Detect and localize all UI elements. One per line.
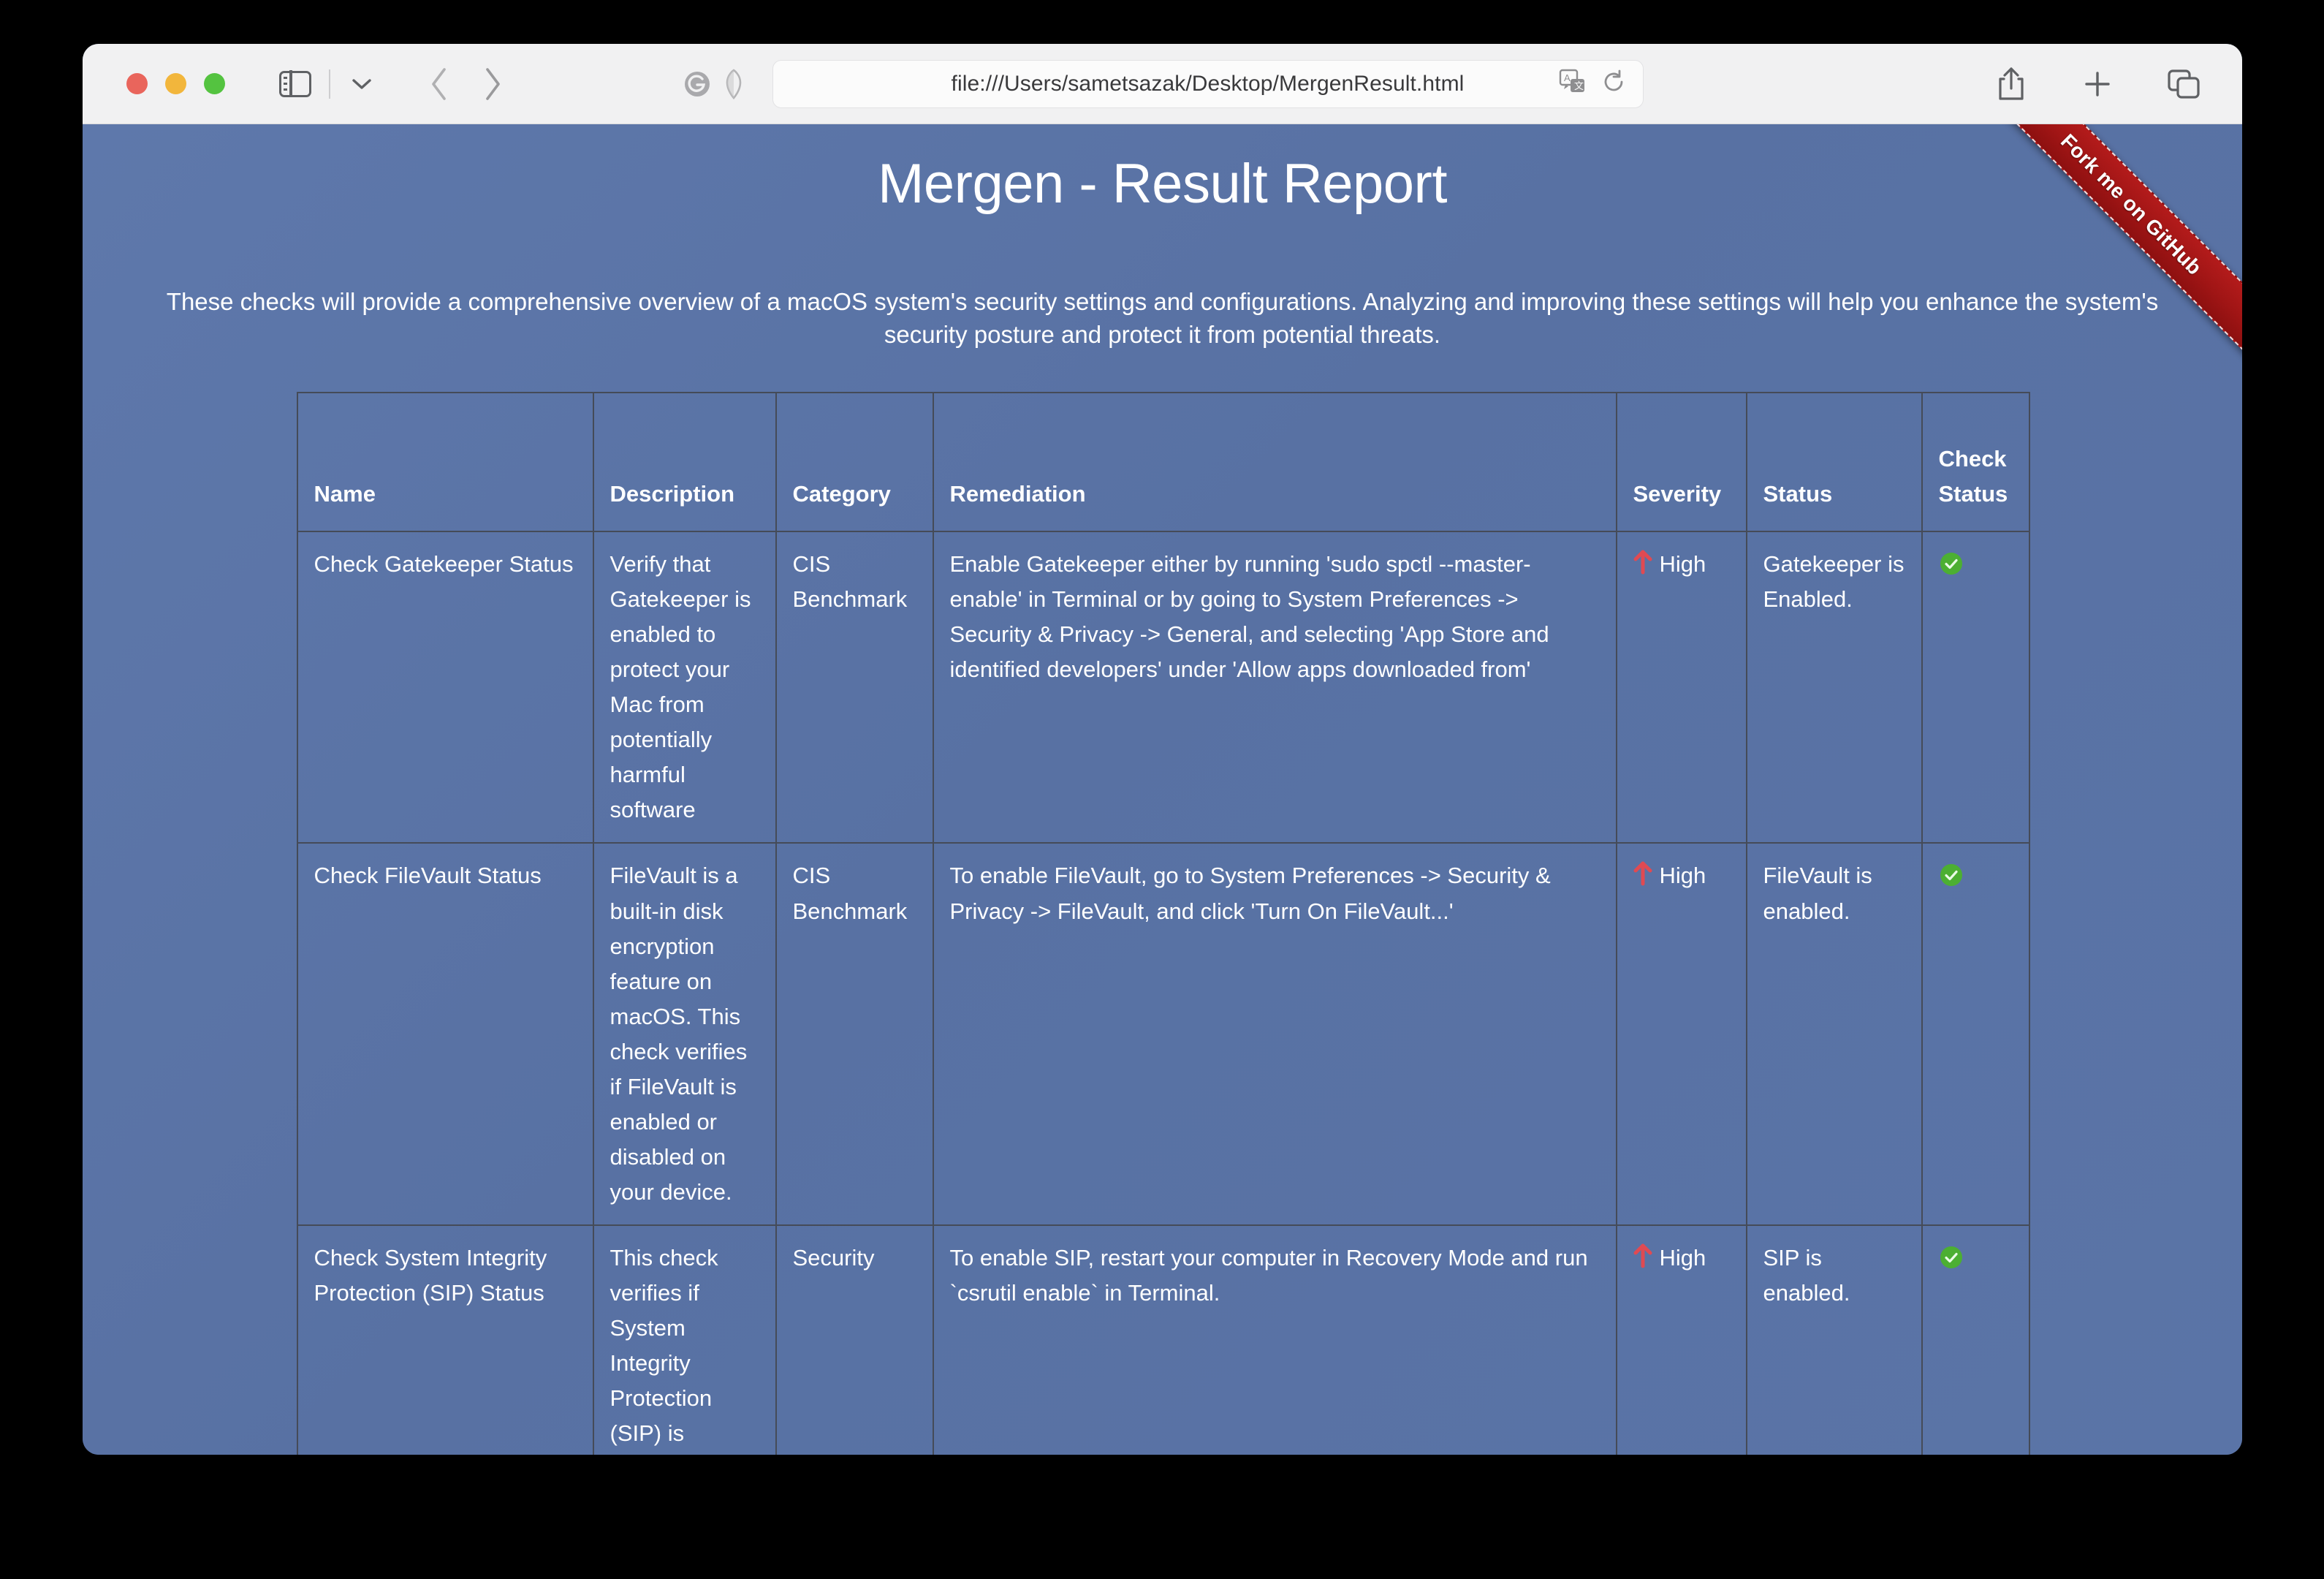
table-row: Check System Integrity Protection (SIP) … [297, 1225, 2029, 1455]
share-icon [1994, 65, 2028, 103]
sidebar-toggle-button[interactable] [278, 69, 313, 99]
back-arrow-icon [428, 67, 450, 102]
translate-button[interactable]: A 文 [1558, 68, 1587, 99]
cell-status: Gatekeeper is Enabled. [1747, 531, 1922, 843]
cell-check-status [1922, 531, 2029, 843]
column-header-check-status: Check Status [1922, 393, 2029, 531]
reader-view-button[interactable] [682, 69, 713, 99]
sidebar-options-button[interactable] [345, 69, 379, 99]
window-controls [126, 73, 225, 94]
severity-label: High [1660, 1241, 1706, 1276]
table-header-row: Name Description Category Remediation Se… [297, 393, 2029, 531]
cell-status: FileVault is enabled. [1747, 843, 1922, 1224]
check-pass-icon [1939, 1245, 1964, 1270]
svg-text:文: 文 [1574, 80, 1584, 91]
safari-browser-window: file:///Users/sametsazak/Desktop/MergenR… [83, 44, 2242, 1455]
cell-status: SIP is enabled. [1747, 1225, 1922, 1455]
cell-severity: High [1617, 531, 1747, 843]
arrow-up-icon [1633, 1243, 1652, 1268]
tab-overview-button[interactable] [2165, 65, 2203, 103]
cell-description: This check verifies if System Integrity … [593, 1225, 776, 1455]
privacy-shield-icon [723, 68, 745, 100]
back-button[interactable] [418, 67, 460, 101]
chevron-down-icon [351, 77, 373, 91]
minimize-window-button[interactable] [165, 73, 186, 94]
toolbar-right-actions [1992, 65, 2203, 103]
results-table-container: Name Description Category Remediation Se… [297, 392, 2029, 1455]
forward-arrow-icon [481, 67, 503, 102]
browser-toolbar: file:///Users/sametsazak/Desktop/MergenR… [83, 44, 2242, 124]
page-title: Mergen - Result Report [83, 124, 2242, 216]
reader-view-icon [682, 69, 713, 99]
cell-check-status [1922, 1225, 2029, 1455]
cell-remediation: To enable SIP, restart your computer in … [933, 1225, 1617, 1455]
column-header-category: Category [776, 393, 933, 531]
cell-remediation: To enable FileVault, go to System Prefer… [933, 843, 1617, 1224]
cell-name: Check Gatekeeper Status [297, 531, 593, 843]
address-bar-area: file:///Users/sametsazak/Desktop/MergenR… [682, 60, 1644, 108]
zoom-window-button[interactable] [204, 73, 225, 94]
column-header-severity: Severity [1617, 393, 1747, 531]
table-row: Check FileVault Status FileVault is a bu… [297, 843, 2029, 1224]
privacy-report-button[interactable] [720, 68, 748, 100]
cell-severity: High [1617, 843, 1747, 1224]
column-header-name: Name [297, 393, 593, 531]
severity-label: High [1660, 858, 1706, 893]
cell-category: Security [776, 1225, 933, 1455]
svg-text:A: A [1564, 72, 1571, 83]
close-window-button[interactable] [126, 73, 148, 94]
cell-severity: High [1617, 1225, 1747, 1455]
cell-check-status [1922, 843, 2029, 1224]
results-table: Name Description Category Remediation Se… [297, 392, 2030, 1455]
web-page-content: Fork me on GitHub Mergen - Result Report… [83, 124, 2242, 1455]
arrow-up-icon [1633, 550, 1652, 575]
cell-name: Check FileVault Status [297, 843, 593, 1224]
cell-category: CIS Benchmark [776, 531, 933, 843]
cell-remediation: Enable Gatekeeper either by running 'sud… [933, 531, 1617, 843]
column-header-status: Status [1747, 393, 1922, 531]
cell-description: FileVault is a built-in disk encryption … [593, 843, 776, 1224]
translate-icon: A 文 [1558, 68, 1587, 96]
forward-button[interactable] [471, 67, 513, 101]
check-pass-icon [1939, 551, 1964, 576]
new-tab-button[interactable] [2078, 65, 2116, 103]
reload-icon [1600, 69, 1627, 95]
cell-category: CIS Benchmark [776, 843, 933, 1224]
arrow-up-icon [1633, 861, 1652, 886]
reload-button[interactable] [1600, 69, 1627, 99]
severity-label: High [1660, 547, 1706, 582]
column-header-remediation: Remediation [933, 393, 1617, 531]
page-intro-text: These checks will provide a comprehensiv… [148, 286, 2178, 351]
check-pass-icon [1939, 863, 1964, 887]
share-button[interactable] [1992, 65, 2030, 103]
tab-overview-icon [2165, 67, 2203, 102]
toolbar-divider [329, 69, 330, 99]
sidebar-icon [279, 71, 311, 97]
url-input[interactable]: file:///Users/sametsazak/Desktop/MergenR… [772, 60, 1644, 108]
plus-icon [2080, 67, 2115, 102]
cell-description: Verify that Gatekeeper is enabled to pro… [593, 531, 776, 843]
table-row: Check Gatekeeper Status Verify that Gate… [297, 531, 2029, 843]
column-header-description: Description [593, 393, 776, 531]
cell-name: Check System Integrity Protection (SIP) … [297, 1225, 593, 1455]
url-text: file:///Users/sametsazak/Desktop/MergenR… [952, 72, 1465, 96]
